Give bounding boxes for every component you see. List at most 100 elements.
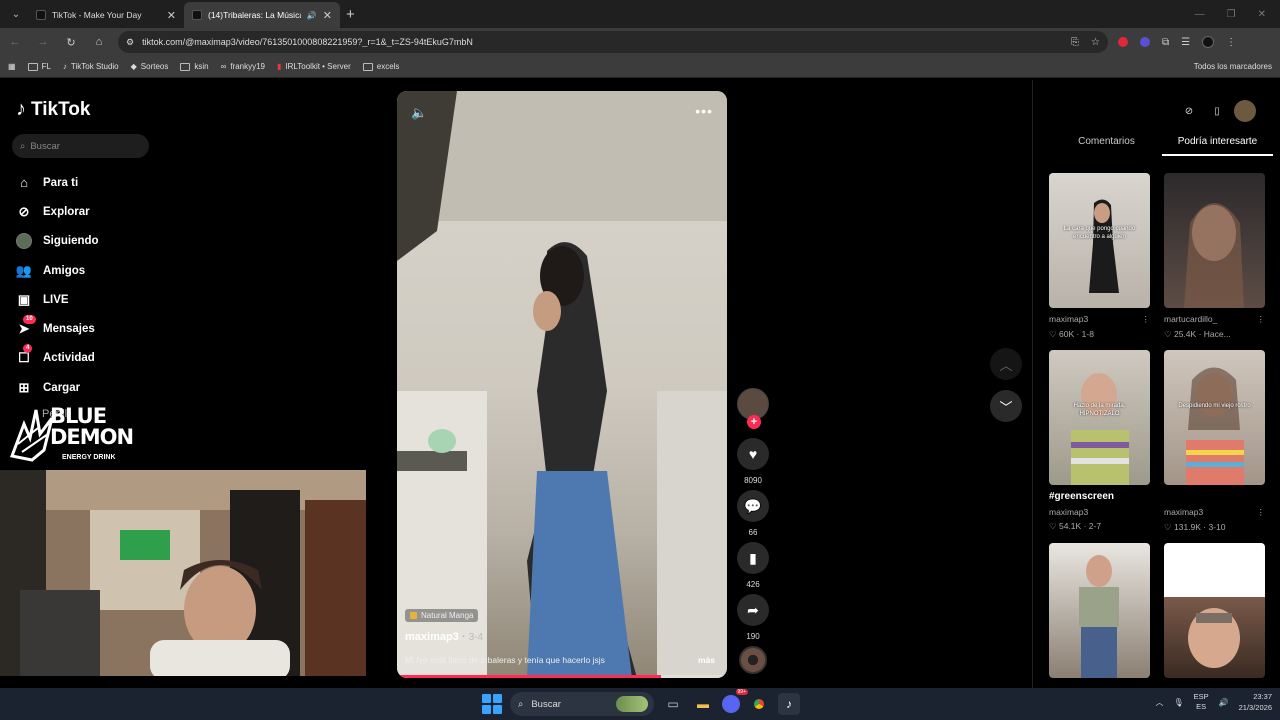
user-avatar[interactable] [1234, 100, 1256, 122]
bookmark-frankyy19[interactable]: ∞ frankyy19 [221, 62, 265, 71]
tiktok-logo[interactable]: ♪ TikTok [16, 98, 90, 121]
tray-overflow-icon[interactable]: ︿ [1155, 697, 1163, 708]
bookmark-fl[interactable]: FL [27, 62, 51, 71]
clock[interactable]: 23:37 21/3/2026 [1239, 691, 1272, 713]
bookmark-ksin[interactable]: ksin [180, 62, 209, 71]
share-button[interactable]: ➦ [737, 594, 769, 626]
minimize-icon[interactable]: — [1195, 9, 1205, 20]
card-author[interactable]: maximap3 [1049, 507, 1088, 517]
device-icon[interactable]: ▯ [1206, 100, 1228, 122]
tab-close-icon[interactable]: ✕ [167, 9, 176, 22]
next-video-button[interactable]: ﹀ [990, 390, 1022, 422]
home-icon[interactable]: ⌂ [90, 33, 108, 51]
card-author[interactable]: martucardillo_ [1164, 314, 1217, 325]
logo-text: TikTok [31, 98, 91, 120]
bookmark-star-icon[interactable]: ☆ [1091, 37, 1100, 48]
taskbar-search[interactable]: ⌕ Buscar [510, 692, 654, 716]
coin-icon[interactable]: ⊘ [1178, 100, 1200, 122]
microphone-icon[interactable]: 🎙 [1173, 698, 1183, 707]
bookmark-excels[interactable]: excels [362, 62, 399, 71]
like-button[interactable]: ♥ [737, 438, 769, 470]
comment-button[interactable]: 💬 [737, 490, 769, 522]
card-author[interactable]: maximap3 [1164, 507, 1203, 518]
card-author-row: martucardillo_ ⋮ [1164, 314, 1265, 325]
music-tag[interactable]: Natural Manga [405, 609, 479, 622]
video-card[interactable]: martucardillo_ ⋮ ♡ 25.4K · Hace... [1164, 173, 1265, 340]
volume-icon[interactable]: 🔈 [411, 105, 427, 121]
close-window-icon[interactable]: ✕ [1258, 9, 1266, 20]
search-input[interactable]: ⌕ Buscar [12, 134, 149, 158]
sidebar-item-cargar[interactable]: ⊞ Cargar [16, 373, 99, 402]
more-options-icon[interactable]: ••• [695, 103, 713, 119]
tiktok-app-icon[interactable]: ♪ [778, 693, 800, 715]
clock-date: 21/3/2026 [1238, 703, 1272, 712]
video-card[interactable]: La cara que pongo cuando encuentro a alg… [1049, 173, 1150, 340]
extensions-area: ⧉ ☰ ⋮ [1118, 36, 1236, 48]
browser-menu-icon[interactable]: ⋮ [1226, 37, 1236, 48]
chrome-icon[interactable] [748, 693, 770, 715]
language-indicator[interactable]: ESP ES [1194, 692, 1209, 712]
video-card[interactable] [1164, 543, 1265, 678]
bookmark-tiktok-studio[interactable]: ♪ TikTok Studio [63, 62, 119, 71]
address-bar[interactable]: ⚙ tiktok.com/@maximap3/video/76135010008… [118, 31, 1108, 53]
tab-close-icon[interactable]: ✕ [323, 9, 332, 22]
sidebar-item-mensajes[interactable]: ➤ 10 Mensajes [16, 314, 99, 343]
follow-plus-icon[interactable]: + [747, 415, 761, 429]
tab-search-chevron-icon[interactable]: ⌄ [4, 2, 28, 26]
card-more-icon[interactable]: ⋮ [1142, 314, 1151, 325]
video-progress-bar[interactable] [397, 675, 727, 678]
new-tab-button[interactable]: + [346, 6, 355, 23]
sidebar-item-para-ti[interactable]: ⌂ Para ti [16, 168, 99, 197]
thumbnail-image [1079, 555, 1119, 678]
bookmark-sorteos[interactable]: ◆ Sorteos [131, 62, 169, 71]
forward-icon[interactable]: → [34, 33, 52, 51]
video-author[interactable]: maximap3 · 3-4 [405, 631, 483, 643]
maximize-icon[interactable]: ❐ [1227, 9, 1236, 20]
card-more-icon[interactable]: ⋮ [1257, 507, 1266, 518]
save-button[interactable]: ▮ [737, 542, 769, 574]
tab-audio-icon[interactable]: 🔊 [307, 11, 317, 20]
sidebar-item-amigos[interactable]: 👥 Amigos [16, 256, 99, 285]
file-explorer-icon[interactable]: ▬ [692, 693, 714, 715]
reading-list-icon[interactable]: ☰ [1181, 37, 1190, 48]
bookmark-irltoolkit[interactable]: ▮ IRLToolkit • Server [277, 62, 351, 71]
sidebar-item-live[interactable]: ▣ LIVE [16, 285, 99, 314]
card-author[interactable]: maximap3 [1049, 314, 1088, 325]
video-card[interactable]: Despidiendo mi viejo rostro maximap3 ⋮ ♡ … [1164, 350, 1265, 533]
sidebar-item-explorar[interactable]: ⊘ Explorar [16, 197, 99, 226]
sidebar-item-actividad[interactable]: ☐ 4 Actividad [16, 344, 99, 373]
extension-shield-icon[interactable] [1140, 37, 1150, 47]
browser-tab-video[interactable]: (14)Tribaleras: La Música qu 🔊 ✕ [184, 2, 340, 28]
profile-avatar-icon[interactable] [1202, 36, 1215, 48]
apps-grid-icon[interactable]: ▦ [8, 62, 16, 71]
task-view-icon[interactable]: ▭ [662, 693, 684, 715]
sidebar-item-label: Explorar [43, 205, 90, 218]
sidebar-item-siguiendo[interactable]: Siguiendo [16, 227, 99, 256]
music-disc-icon[interactable] [739, 646, 767, 674]
all-bookmarks[interactable]: Todos los marcadores [1190, 62, 1272, 71]
extension-red-icon[interactable] [1118, 37, 1128, 47]
video-card[interactable]: Hazlo de la mirada, HIPNOTIZALO #greensc… [1049, 350, 1150, 533]
volume-icon[interactable]: 🔊 [1219, 698, 1229, 707]
caption-more-button[interactable]: más [698, 655, 715, 665]
previous-video-button[interactable]: ︿ [990, 348, 1022, 380]
card-more-icon[interactable]: ⋮ [1257, 314, 1266, 325]
back-icon[interactable]: ← [6, 33, 24, 51]
share-count: 190 [746, 632, 760, 641]
reload-icon[interactable]: ↻ [62, 33, 80, 51]
clock-time: 23:37 [1253, 692, 1272, 701]
browser-tab-tiktok-home[interactable]: TikTok - Make Your Day ✕ [28, 2, 184, 28]
video-player[interactable]: 🔈 ••• Natural Manga maximap3 · 3-4 Mi fy… [397, 91, 727, 678]
thumbnail-caption: Hazlo de la mirada, HIPNOTIZALO [1073, 403, 1126, 417]
windows-start-icon[interactable] [482, 694, 502, 714]
tab-podria-interesarte[interactable]: Podría interesarte [1162, 136, 1273, 156]
sidebar-item-label: Mensajes [43, 323, 95, 336]
site-info-icon[interactable]: ⚙ [126, 37, 134, 48]
tab-comentarios[interactable]: Comentarios [1051, 136, 1162, 156]
video-card[interactable] [1049, 543, 1150, 678]
creator-avatar[interactable]: + [737, 388, 769, 429]
install-app-icon[interactable]: ⎘ [1071, 37, 1079, 48]
discord-icon[interactable]: 99+ [722, 689, 748, 713]
extensions-puzzle-icon[interactable]: ⧉ [1162, 37, 1169, 48]
bookmark-label: ksin [194, 62, 209, 71]
